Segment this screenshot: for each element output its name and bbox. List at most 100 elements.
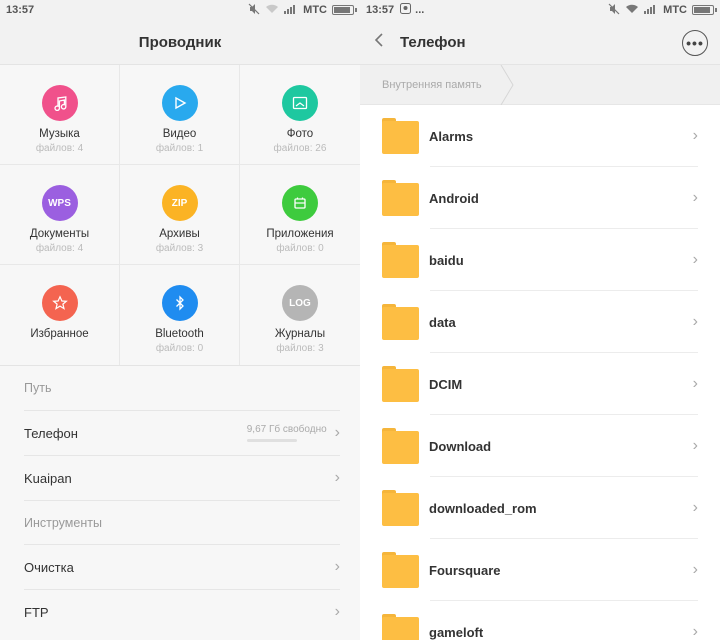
folder-row[interactable]: gameloft › [360,601,720,640]
folder-row[interactable]: baidu › [360,229,720,291]
folder-row[interactable]: Android › [360,167,720,229]
category-favorites[interactable]: Избранное [0,265,120,365]
folder-name: DCIM [429,376,463,392]
storage-bar [246,439,297,442]
chevron-right-icon: › [334,469,340,486]
category-photo[interactable]: Фото файлов: 26 [240,65,360,165]
chevron-right-icon: › [334,603,340,620]
tools-section-header: Инструменты [24,500,340,544]
category-music[interactable]: Музыка файлов: 4 [0,65,120,165]
folder-icon [382,118,419,154]
status-bar: 13:57 ... МТС [360,0,720,20]
folder-name: Android [429,190,479,206]
signal-icon [284,4,298,17]
more-options-icon[interactable]: ••• [682,30,708,56]
category-label: Избранное [30,328,89,340]
tool-item-ftp[interactable]: FTP › [24,589,340,634]
wifi-icon [625,3,639,17]
chevron-right-icon: › [692,375,698,392]
chevron-right-icon: › [334,424,340,441]
chevron-right-icon: › [692,251,698,268]
category-bluetooth[interactable]: Bluetooth файлов: 0 [120,265,240,365]
carrier-name: МТС [663,4,687,16]
category-count: файлов: 4 [35,243,84,254]
category-label: Bluetooth [155,328,204,340]
page-title: Проводник [0,20,360,65]
folder-list: Alarms › Android › baidu › data › DCIM › Download ›… [360,105,720,640]
storage-free-text: 9,67 Гб свободно [246,424,327,435]
category-count: файлов: 4 [35,143,84,154]
category-count: файлов: 1 [155,143,204,154]
breadcrumb-item-internal-storage[interactable]: Внутренняя память [360,65,498,105]
category-grid: Музыка файлов: 4 Видео файлов: 1 Фото фа… [0,65,360,366]
log-icon: LOG [282,285,318,321]
folder-name: Download [429,438,492,454]
folder-icon [382,552,419,588]
category-count: файлов: 0 [155,343,204,354]
storage-indicator: 9,67 Гб свободно [246,424,327,442]
notification-area: ... [400,3,424,17]
folder-icon [382,242,419,278]
carrier-name: МТС [303,4,327,16]
folder-icon [382,490,419,526]
path-item-label: Телефон [24,425,78,441]
folder-row[interactable]: data › [360,291,720,353]
notification-more-dots: ... [415,4,425,16]
folder-icon [382,366,419,402]
folder-row[interactable]: Alarms › [360,105,720,167]
tool-item-cleanup[interactable]: Очистка › [24,544,340,589]
category-label: Видео [162,128,197,140]
category-label: Приложения [266,228,334,240]
folder-name: gameloft [429,624,484,640]
path-item-label: Kuaipan [24,470,72,486]
category-count: файлов: 3 [276,343,324,354]
folder-name: data [429,314,456,330]
chevron-right-icon: › [692,189,698,206]
path-item-phone[interactable]: Телефон 9,67 Гб свободно › [24,410,340,455]
category-documents[interactable]: WPS Документы файлов: 4 [0,165,120,265]
path-section-header: Путь [24,381,52,395]
mute-icon [248,3,260,18]
back-arrow-icon[interactable] [374,32,384,53]
star-icon [41,285,78,321]
folder-row[interactable]: downloaded_rom › [360,477,720,539]
status-time: 13:57 [366,4,395,16]
play-icon [161,85,198,121]
category-label: Фото [286,128,314,140]
wifi-icon [265,3,279,17]
chevron-right-icon: › [334,558,340,575]
category-video[interactable]: Видео файлов: 1 [120,65,240,165]
category-archives[interactable]: ZIP Архивы файлов: 3 [120,165,240,265]
category-label: Документы [29,228,90,240]
path-item-kuaipan[interactable]: Kuaipan › [24,455,340,500]
signal-icon [644,4,658,17]
category-count: файлов: 26 [273,143,327,154]
mute-icon [608,3,620,18]
chevron-right-icon: › [692,127,698,144]
bluetooth-icon [161,285,198,321]
tool-item-label: FTP [24,604,49,620]
folder-name: baidu [429,252,464,268]
category-logs[interactable]: LOG Журналы файлов: 3 [240,265,360,365]
chevron-right-icon: › [692,499,698,516]
folder-row[interactable]: Foursquare › [360,539,720,601]
chevron-right-icon: › [692,437,698,454]
status-time: 13:57 [6,4,35,16]
folder-name: Alarms [429,128,474,144]
image-icon [282,85,318,121]
folder-row[interactable]: Download › [360,415,720,477]
category-label: Музыка [39,128,80,140]
category-count: файлов: 0 [276,243,324,254]
category-label: Журналы [274,328,326,340]
wps-icon: WPS [41,185,78,221]
status-bar: 13:57 МТС [0,0,360,20]
folder-icon [382,304,419,340]
category-count: файлов: 3 [155,243,204,254]
zip-icon: ZIP [161,185,198,221]
header-bar: Телефон ••• [360,20,720,65]
folder-row[interactable]: DCIM › [360,353,720,415]
folder-icon [382,180,419,216]
category-apps[interactable]: Приложения файлов: 0 [240,165,360,265]
file-explorer-home: 13:57 МТС Проводник Музыка файлов: 4 Вид… [0,0,360,640]
breadcrumb: Внутренняя память [360,65,720,105]
